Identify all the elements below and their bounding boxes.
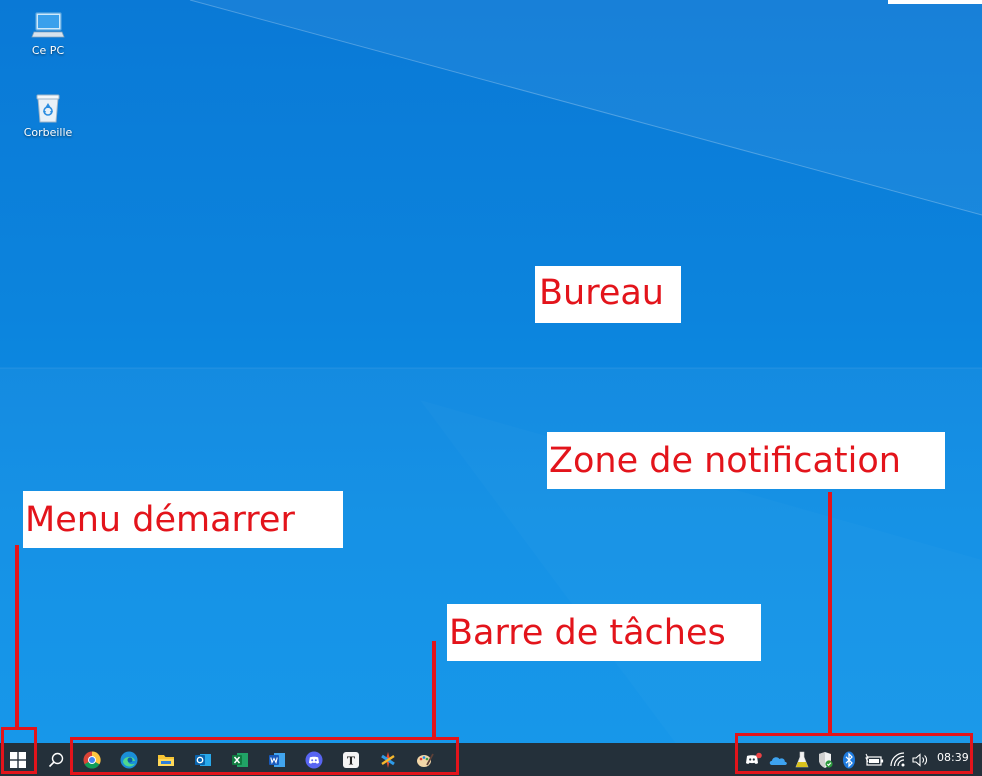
computer-icon — [31, 12, 65, 38]
annotation-desktop: Bureau — [535, 266, 681, 323]
annotation-taskbar: Barre de tâches — [447, 604, 761, 661]
highlight-taskbar — [70, 737, 459, 775]
annotation-start-menu: Menu démarrer — [23, 491, 343, 548]
desktop-icon-label: Ce PC — [31, 44, 65, 57]
highlight-start-menu — [1, 727, 37, 774]
search-button[interactable] — [38, 743, 74, 776]
annotation-pointer-taskbar — [432, 641, 436, 737]
desktop-icon-label: Corbeille — [23, 126, 73, 139]
annotation-pointer-start — [15, 545, 19, 730]
highlight-notification-area — [735, 733, 973, 774]
search-icon — [48, 752, 64, 767]
desktop-icon-this-pc[interactable]: Ce PC — [12, 10, 84, 57]
recycle-bin-icon — [36, 94, 60, 123]
desktop-icon-recycle-bin[interactable]: Corbeille — [12, 92, 84, 139]
annotation-pointer-notification — [828, 492, 832, 734]
annotation-notification-area: Zone de notification — [547, 432, 945, 489]
window-edge — [888, 0, 982, 4]
